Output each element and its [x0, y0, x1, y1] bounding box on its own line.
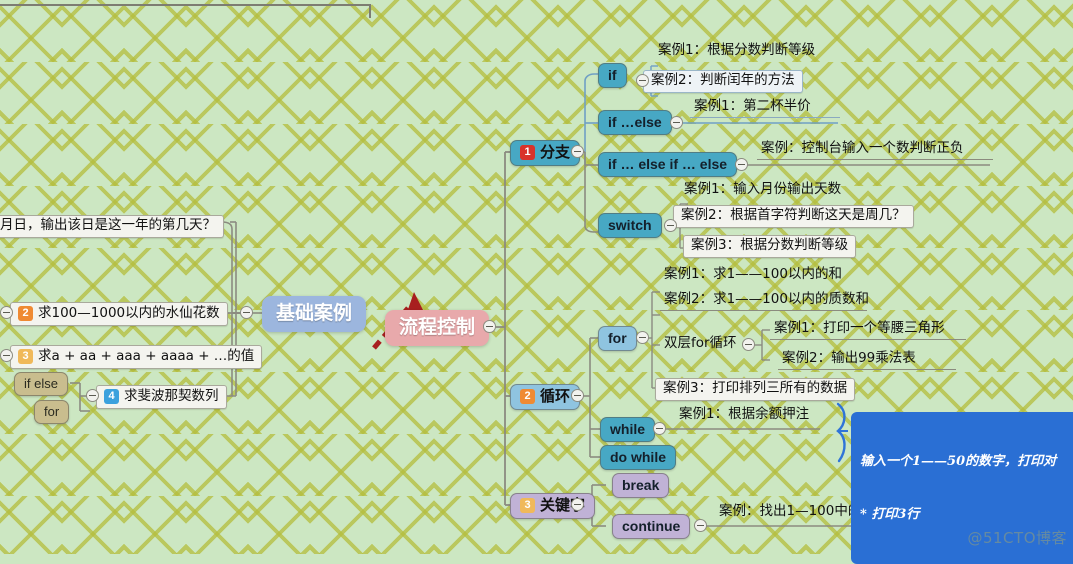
case-switch-3[interactable]: 案例3：根据分数判断等级 [683, 235, 857, 258]
section-branch-label: 分支 [540, 143, 571, 161]
collapse-handle-a-series[interactable] [0, 349, 13, 362]
node-do-while[interactable]: do while [600, 445, 676, 470]
callout-line-2: * 打印3行 [860, 506, 920, 522]
node-nested-for-loop[interactable]: 双层for循环 [660, 336, 741, 354]
root-right-flow-control[interactable]: 流程控制 [385, 310, 490, 346]
case-if-1[interactable]: 案例1：根据分数判断等级 [654, 43, 819, 61]
collapse-handle-continue[interactable] [694, 519, 707, 532]
case-while-1[interactable]: 案例1：根据余额押注 [675, 407, 813, 425]
collapse-handle-for[interactable] [636, 331, 649, 344]
case-if-else-1[interactable]: 案例1：第二杯半价 [690, 99, 840, 118]
collapse-handle-left-root[interactable] [240, 306, 253, 319]
case-for-1[interactable]: 案例1：求1——100以内的和 [660, 267, 846, 285]
collapse-handle-right-root[interactable] [483, 320, 496, 333]
case-if-2[interactable]: 案例2：判断闰年的方法 [643, 70, 803, 93]
left-node-for[interactable]: for [34, 400, 70, 424]
case-for-2[interactable]: 案例2：求1——100以内的质数和 [660, 292, 869, 311]
root-left-basic-cases[interactable]: 基础案例 [262, 296, 367, 332]
node-switch[interactable]: switch [598, 213, 662, 238]
collapse-handle-if-elseif-else[interactable] [735, 158, 748, 171]
case-for-3[interactable]: 案例3：打印排列三所有的数据 [655, 378, 856, 401]
node-while[interactable]: while [600, 417, 656, 442]
badge-4: 4 [104, 389, 119, 404]
left-item-fibonacci-label: 求斐波那契数列 [124, 387, 219, 404]
case-switch-1[interactable]: 案例1：输入月份输出天数 [680, 182, 845, 200]
left-item-narcissistic-label: 求100—1000以内的水仙花数 [38, 304, 220, 321]
collapse-handle-nested-for[interactable] [742, 338, 755, 351]
badge-keyword: 3 [520, 498, 535, 513]
badge-3: 3 [18, 349, 33, 364]
collapse-handle-branch[interactable] [571, 145, 584, 158]
node-if-else[interactable]: if …else [598, 110, 672, 135]
collapse-handle-fibonacci[interactable] [86, 389, 99, 402]
node-layer: 月日，输出该日是这一年的第几天？ 2 求100—1000以内的水仙花数 3 求a… [0, 0, 1073, 564]
collapse-handle-narcissistic[interactable] [0, 306, 13, 319]
collapse-handle-while[interactable] [653, 422, 666, 435]
collapse-handle-loop[interactable] [571, 389, 584, 402]
badge-loop: 2 [520, 389, 535, 404]
node-if-elseif-else[interactable]: if … else if … else [598, 152, 738, 177]
watermark: @51CTO博客 [967, 529, 1067, 547]
case-nested-for-2[interactable]: 案例2：输出99乘法表 [778, 351, 956, 370]
left-item-fibonacci[interactable]: 4 求斐波那契数列 [96, 385, 227, 409]
section-loop-label: 循环 [540, 387, 571, 405]
left-item-day-of-year[interactable]: 月日，输出该日是这一年的第几天？ [0, 215, 224, 238]
node-if[interactable]: if [598, 63, 627, 88]
left-item-a-aa-aaa-label: 求a + aa + aaa + aaaa + …的值 [38, 347, 255, 364]
left-item-narcissistic[interactable]: 2 求100—1000以内的水仙花数 [10, 302, 228, 326]
case-nested-for-1[interactable]: 案例1：打印一个等腰三角形 [770, 321, 966, 340]
section-loop[interactable]: 2 循环 [510, 384, 581, 410]
case-if-elseif-else-1[interactable]: 案例：控制台输入一个数判断正负 [757, 141, 993, 160]
badge-1: 1 [520, 145, 535, 160]
node-for[interactable]: for [598, 326, 637, 351]
node-continue[interactable]: continue [612, 514, 691, 539]
collapse-handle-if[interactable] [636, 74, 649, 87]
collapse-handle-keyword[interactable] [571, 498, 584, 511]
left-node-if-else[interactable]: if else [14, 372, 68, 396]
collapse-handle-if-else[interactable] [670, 116, 683, 129]
badge-2: 2 [18, 306, 33, 321]
top-frame-line [0, 4, 371, 6]
top-frame-drop [369, 4, 371, 18]
case-switch-2[interactable]: 案例2：根据首字符判断这天是周几？ [673, 205, 914, 228]
section-branch[interactable]: 1 分支 [510, 140, 581, 166]
callout-line-1: 输入一个1——50的数字，打印对 [860, 454, 1057, 470]
node-break[interactable]: break [612, 473, 670, 498]
collapse-handle-switch[interactable] [664, 219, 677, 232]
left-item-a-aa-aaa[interactable]: 3 求a + aa + aaa + aaaa + …的值 [10, 345, 263, 369]
